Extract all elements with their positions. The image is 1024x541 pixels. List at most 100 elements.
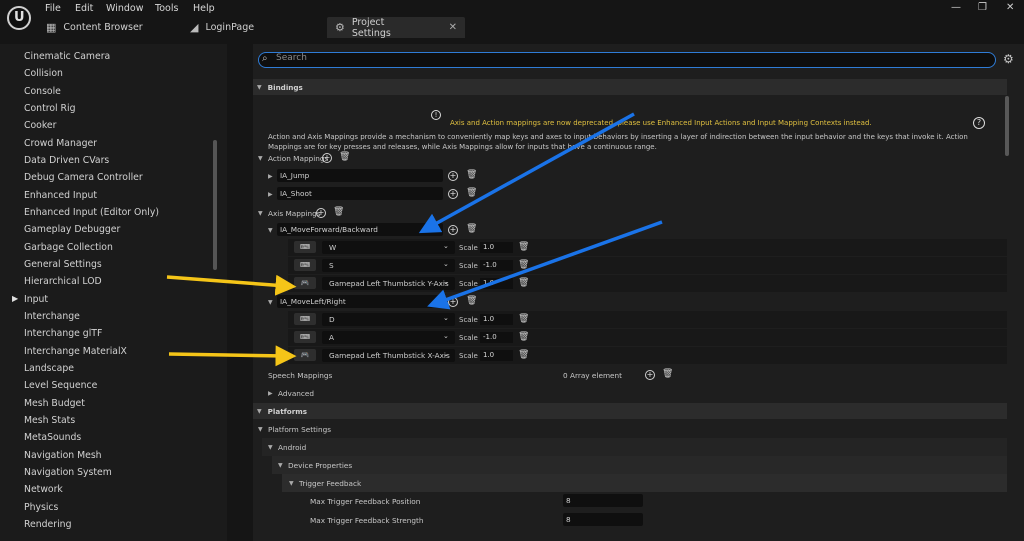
collapse-arrow-icon[interactable]: ▼ [258, 155, 263, 162]
trash-icon[interactable]: 🗑 [466, 296, 477, 306]
collapse-arrow-icon[interactable]: ▼ [268, 227, 273, 234]
trash-icon[interactable]: 🗑 [518, 332, 529, 342]
tab-content-browser[interactable]: ▦ Content Browser [46, 17, 143, 38]
trash-icon[interactable]: 🗑 [518, 350, 529, 360]
collapse-arrow-icon[interactable]: ▼ [258, 210, 263, 217]
sidebar-item[interactable]: Level Sequence [24, 380, 97, 391]
action-name-input[interactable]: IA_Shoot [277, 187, 443, 200]
sidebar-item[interactable]: Control Rig [24, 103, 76, 114]
keyboard-icon[interactable]: ⌨ [294, 259, 316, 271]
key-selector[interactable]: Gamepad Left Thumbstick X-Axis [322, 349, 455, 362]
sidebar-item[interactable]: Data Driven CVars [24, 155, 109, 166]
sidebar-item[interactable]: Interchange MaterialX [24, 346, 127, 357]
unreal-logo-icon[interactable]: U [7, 6, 31, 30]
sidebar-item[interactable]: Landscape [24, 363, 74, 374]
sidebar-item[interactable]: Crowd Manager [24, 138, 97, 149]
collapse-arrow-icon[interactable]: ▼ [289, 480, 294, 487]
trigger-strength-input[interactable]: 8 [563, 513, 643, 526]
sidebar-item[interactable]: Input [24, 294, 48, 305]
section-bindings[interactable]: ▼ Bindings [253, 79, 1007, 95]
add-axis-mapping-icon[interactable]: + [316, 208, 326, 218]
sidebar-item[interactable]: Interchange glTF [24, 328, 102, 339]
trash-icon[interactable]: 🗑 [333, 207, 344, 217]
close-icon[interactable]: ✕ [449, 22, 457, 33]
sidebar-item[interactable]: Network [24, 484, 63, 495]
details-scrollbar[interactable] [1005, 96, 1009, 156]
sidebar-item[interactable]: Hierarchical LOD [24, 276, 102, 287]
sidebar-item[interactable]: Cinematic Camera [24, 51, 110, 62]
add-key-icon[interactable]: + [448, 225, 458, 235]
trash-icon[interactable]: 🗑 [518, 260, 529, 270]
menu-tools[interactable]: Tools [155, 3, 178, 14]
section-platforms[interactable]: ▼ Platforms [253, 403, 1007, 419]
keyboard-icon[interactable]: ⌨ [294, 331, 316, 343]
trash-icon[interactable]: 🗑 [518, 278, 529, 288]
sidebar-item[interactable]: General Settings [24, 259, 102, 270]
sidebar-item[interactable]: Gameplay Debugger [24, 224, 120, 235]
sidebar-scrollbar[interactable] [213, 140, 217, 270]
sidebar-item[interactable]: Rendering [24, 519, 71, 530]
minimize-icon[interactable]: — [951, 2, 961, 13]
key-selector[interactable]: W [322, 241, 455, 254]
chevron-down-icon[interactable]: ⌄ [443, 314, 449, 322]
chevron-down-icon[interactable]: ⌄ [443, 278, 449, 286]
menu-window[interactable]: Window [106, 3, 143, 14]
sidebar-item[interactable]: MetaSounds [24, 432, 81, 443]
scale-input[interactable]: -1.0 [480, 260, 513, 271]
trash-icon[interactable]: 🗑 [518, 242, 529, 252]
keyboard-icon[interactable]: ⌨ [294, 313, 316, 325]
help-icon[interactable]: ? [973, 117, 985, 129]
trash-icon[interactable]: 🗑 [466, 170, 477, 180]
expand-arrow-icon[interactable]: ▶ [268, 173, 273, 180]
axis-name-input[interactable]: IA_MoveForward/Backward [277, 223, 443, 236]
restore-icon[interactable]: ❐ [978, 2, 987, 13]
sidebar-item[interactable]: Garbage Collection [24, 242, 113, 253]
advanced-label[interactable]: Advanced [278, 389, 314, 398]
tab-project-settings[interactable]: ⚙ Project Settings ✕ [327, 17, 465, 39]
trash-icon[interactable]: 🗑 [466, 224, 477, 234]
collapse-arrow-icon[interactable]: ▼ [278, 462, 283, 469]
chevron-down-icon[interactable]: ⌄ [443, 350, 449, 358]
axis-name-input[interactable]: IA_MoveLeft/Right [277, 295, 443, 308]
trash-icon[interactable]: 🗑 [339, 152, 350, 162]
tab-login-page[interactable]: ◢ LoginPage [190, 17, 254, 38]
gamepad-icon[interactable]: 🎮 [294, 349, 316, 361]
search-input[interactable] [258, 52, 996, 68]
sidebar-item[interactable]: Mesh Stats [24, 415, 75, 426]
sidebar-item[interactable]: Physics [24, 502, 58, 513]
chevron-down-icon[interactable]: ⌄ [443, 332, 449, 340]
action-name-input[interactable]: IA_Jump [277, 169, 443, 182]
trash-icon[interactable]: 🗑 [466, 188, 477, 198]
gear-icon[interactable]: ⚙ [1003, 52, 1014, 66]
chevron-down-icon[interactable]: ⌄ [443, 242, 449, 250]
keyboard-icon[interactable]: ⌨ [294, 241, 316, 253]
sidebar-item[interactable]: Cooker [24, 120, 56, 131]
menu-file[interactable]: File [45, 3, 61, 14]
collapse-arrow-icon[interactable]: ▼ [268, 444, 273, 451]
sidebar-item[interactable]: Collision [24, 68, 63, 79]
sidebar-item[interactable]: Navigation Mesh [24, 450, 102, 461]
scale-input[interactable]: 1.0 [480, 350, 513, 361]
menu-help[interactable]: Help [193, 3, 215, 14]
key-selector[interactable]: S [322, 259, 455, 272]
add-speech-mapping-icon[interactable]: + [645, 370, 655, 380]
add-key-icon[interactable]: + [448, 171, 458, 181]
collapse-arrow-icon[interactable]: ▼ [268, 299, 273, 306]
trash-icon[interactable]: 🗑 [662, 369, 673, 379]
trigger-position-input[interactable]: 8 [563, 494, 643, 507]
scale-input[interactable]: 1.0 [480, 278, 513, 289]
expand-arrow-icon[interactable]: ▶ [268, 390, 273, 397]
chevron-down-icon[interactable]: ⌄ [443, 260, 449, 268]
gamepad-icon[interactable]: 🎮 [294, 277, 316, 289]
expand-arrow-icon[interactable]: ▶ [268, 191, 273, 198]
sidebar-item[interactable]: Interchange [24, 311, 80, 322]
key-selector[interactable]: A [322, 331, 455, 344]
menu-edit[interactable]: Edit [75, 3, 93, 14]
sidebar-item[interactable]: Enhanced Input (Editor Only) [24, 207, 159, 218]
scale-input[interactable]: 1.0 [480, 314, 513, 325]
sidebar-item[interactable]: Enhanced Input [24, 190, 97, 201]
expand-arrow-icon[interactable]: ▶ [12, 294, 18, 303]
sidebar-item[interactable]: Mesh Budget [24, 398, 85, 409]
add-action-mapping-icon[interactable]: + [322, 153, 332, 163]
sidebar-item[interactable]: Console [24, 86, 61, 97]
